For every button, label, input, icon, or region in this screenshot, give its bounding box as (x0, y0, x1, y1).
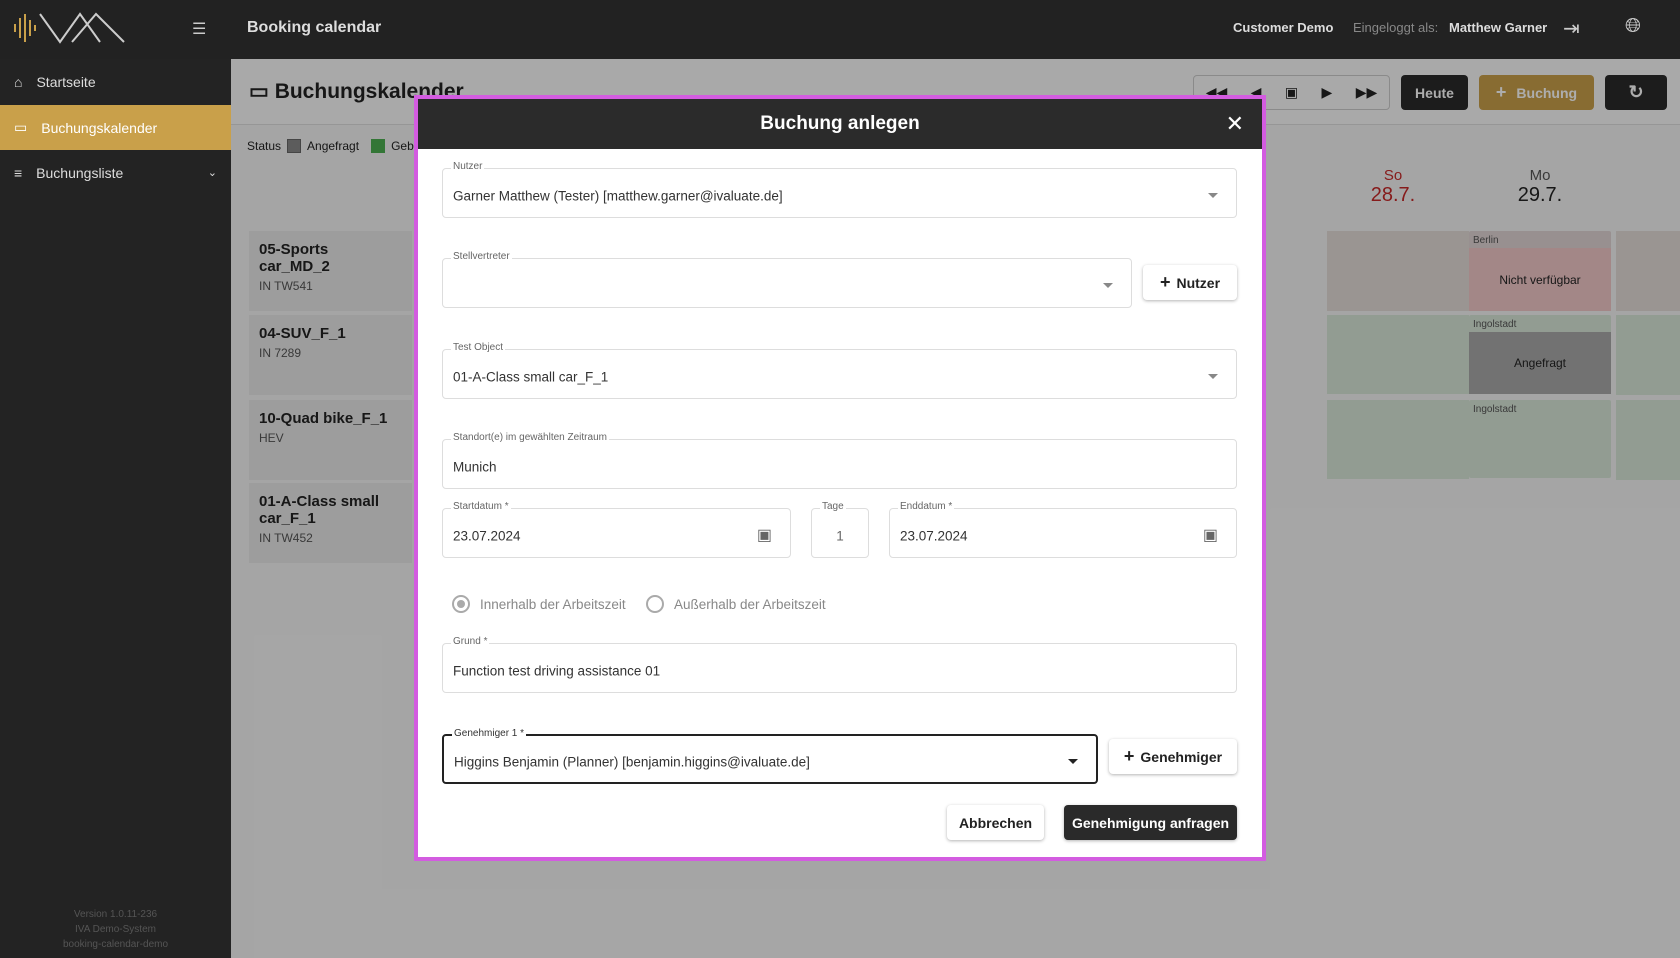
list-icon: ≡ (14, 164, 23, 181)
radio-button (646, 595, 664, 613)
approver-select[interactable]: Genehmiger 1 * Higgins Benjamin (Planner)… (442, 728, 1098, 784)
calendar-icon: ▭ (14, 119, 28, 135)
calendar-icon[interactable]: ▣ (1203, 525, 1218, 545)
app-title: Booking calendar (247, 19, 382, 36)
dialog-header: Buchung anlegen ✕ (418, 99, 1262, 149)
home-icon: ⌂ (14, 73, 23, 90)
add-user-button[interactable]: + Nutzer (1143, 265, 1237, 300)
chevron-down-icon: ⌄ (207, 167, 217, 179)
logged-in-label: Eingeloggt als: (1353, 20, 1439, 35)
cancel-button[interactable]: Abbrechen (947, 805, 1044, 840)
test-object-select[interactable]: Test Object 01-A-Class small car_F_1 (442, 342, 1237, 399)
sidebar-item-startseite[interactable]: ⌂ Startseite (0, 59, 231, 104)
deputy-select[interactable]: Stellvertreter (442, 251, 1132, 308)
end-date-input[interactable]: Enddatum * 23.07.2024 ▣ (889, 501, 1237, 558)
calendar-icon[interactable]: ▣ (757, 525, 772, 545)
sidebar-item-buchungsliste[interactable]: ≡ Buchungsliste ⌄ (0, 150, 231, 195)
customer-name: Customer Demo (1233, 20, 1334, 35)
user-select[interactable]: Nutzer Garner Matthew (Tester) [matthew.g… (442, 161, 1237, 218)
days-input[interactable]: Tage 1 (811, 501, 869, 558)
close-icon[interactable]: ✕ (1226, 111, 1244, 137)
start-date-input[interactable]: Startdatum * 23.07.2024 ▣ (442, 501, 791, 558)
chevron-down-icon (1208, 374, 1218, 379)
radio-button (452, 595, 470, 613)
logout-icon[interactable]: ⇥ (1563, 16, 1580, 41)
add-approver-button[interactable]: + Genehmiger (1109, 739, 1237, 774)
create-booking-dialog: Buchung anlegen ✕ Nutzer Garner Matthew (T… (418, 99, 1262, 857)
chevron-down-icon (1068, 759, 1078, 764)
radio-outside-worktime[interactable]: Außerhalb der Arbeitszeit (646, 595, 826, 613)
sidebar-item-buchungskalender[interactable]: ▭ Buchungskalender (0, 105, 231, 150)
user-name: Matthew Garner (1449, 20, 1548, 35)
plus-icon: + (1159, 272, 1171, 292)
reason-input[interactable]: Grund * Function test driving assistance … (442, 636, 1237, 693)
top-bar: ☰ Booking calendar Customer Demo Eingelo… (0, 0, 1680, 59)
globe-icon[interactable]: 🌐︎ (1625, 15, 1641, 38)
sidebar: ⌂ Startseite ▭ Buchungskalender ≡ Buchungsl… (0, 59, 231, 958)
chevron-down-icon (1208, 193, 1218, 198)
plus-icon: + (1123, 746, 1135, 766)
menu-toggle-icon[interactable]: ☰ (192, 19, 206, 39)
version-info: Version 1.0.11-236 IVA Demo-System booking… (62, 909, 169, 950)
request-approval-button[interactable]: Genehmigung anfragen (1064, 805, 1237, 840)
location-field: Standort(e) im gewählten Zeitraum Munich (442, 432, 1237, 489)
iva-logo (14, 12, 125, 44)
chevron-down-icon (1103, 283, 1113, 288)
radio-inside-worktime[interactable]: Innerhalb der Arbeitszeit (452, 595, 626, 613)
